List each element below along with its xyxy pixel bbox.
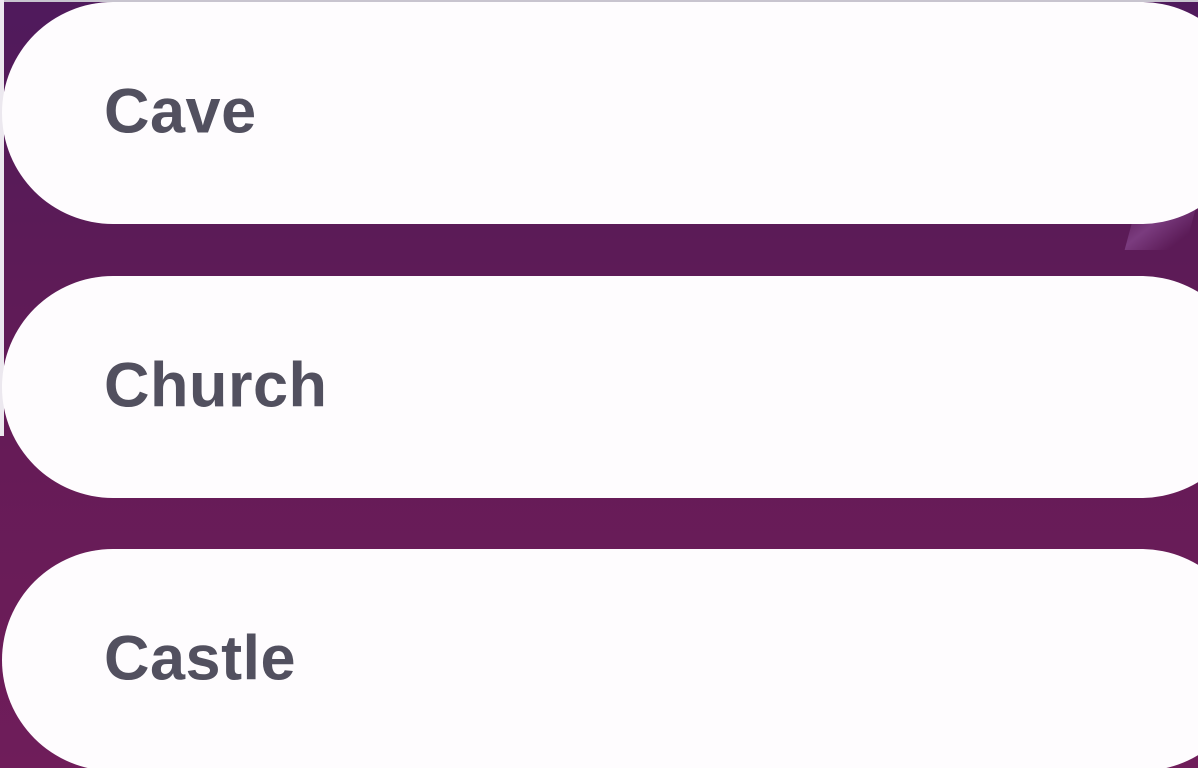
option-label: Cave bbox=[104, 76, 257, 147]
option-button-cave[interactable]: Cave bbox=[2, 2, 1198, 224]
option-label: Castle bbox=[104, 623, 297, 694]
option-button-church[interactable]: Church bbox=[2, 276, 1198, 498]
answer-options-list: Cave Church Castle bbox=[0, 0, 1198, 768]
option-button-castle[interactable]: Castle bbox=[2, 549, 1198, 768]
option-label: Church bbox=[104, 350, 328, 421]
